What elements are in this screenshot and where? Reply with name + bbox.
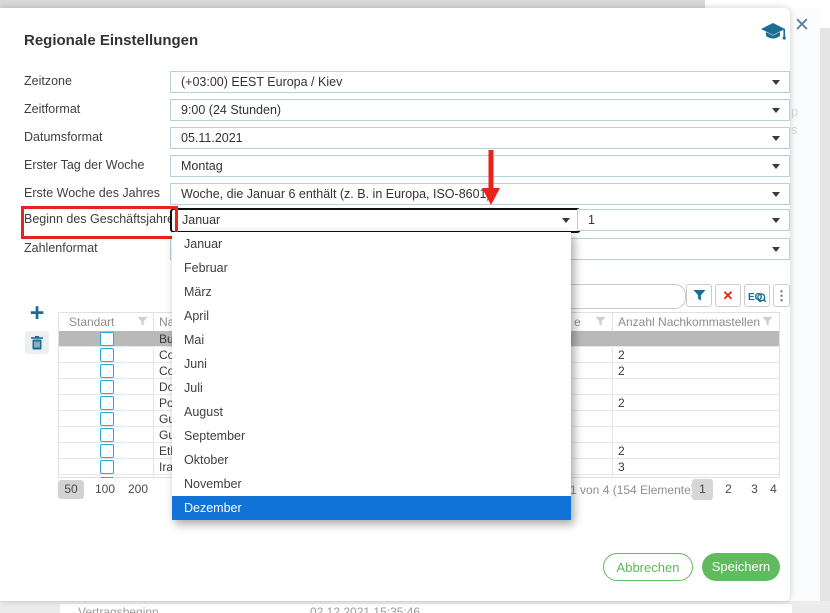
column-filter-icon[interactable] (137, 316, 148, 327)
month-option[interactable]: August (172, 400, 571, 424)
dialog-title: Regionale Einstellungen (24, 32, 198, 49)
academy-graduation-cap-icon[interactable] (760, 21, 788, 43)
col-header-clipped[interactable]: e (574, 315, 581, 329)
zeitformat-select[interactable]: 9:00 (24 Stunden) (170, 99, 790, 121)
background-text-fragment: p (791, 104, 798, 119)
chevron-down-icon (772, 218, 780, 223)
row-checkbox[interactable] (100, 364, 114, 378)
month-option[interactable]: April (172, 304, 571, 328)
zeitzone-select[interactable]: (+03:00) EEST Europa / Kiev (170, 71, 790, 93)
pagination-info: 1 von 4 (154 Elemente) (570, 483, 695, 497)
row-decimals: 2 (618, 444, 625, 458)
month-option[interactable]: November (172, 472, 571, 496)
background-text-fragment: s (791, 122, 798, 137)
cancel-button[interactable]: Abbrechen (603, 553, 693, 581)
close-icon[interactable]: ✕ (794, 16, 810, 36)
apply-filter-button[interactable] (686, 284, 712, 307)
month-dropdown-list: Januar Februar März April Mai Juni Juli … (172, 232, 571, 520)
month-option[interactable]: Juni (172, 352, 571, 376)
month-option[interactable]: September (172, 424, 571, 448)
month-option[interactable]: Juli (172, 376, 571, 400)
trash-icon (31, 336, 43, 350)
zeitformat-value: 9:00 (24 Stunden) (181, 103, 281, 117)
datumsformat-select[interactable]: 05.11.2021 (170, 127, 790, 149)
month-option[interactable]: Oktober (172, 448, 571, 472)
month-option[interactable]: Mai (172, 328, 571, 352)
table-menu-button[interactable]: ⋮ (773, 284, 790, 307)
page-button-2[interactable]: 2 (718, 479, 739, 500)
row-checkbox[interactable] (100, 348, 114, 362)
background-table-strip: Vertragsbeginn 02.12.2021 15:35:46 (0, 601, 830, 613)
filter-funnel-icon (693, 289, 706, 302)
column-filter-icon[interactable] (762, 316, 773, 327)
page-button-3[interactable]: 3 (744, 479, 765, 500)
background-table-row: Vertragsbeginn 02.12.2021 15:35:46 (60, 604, 792, 613)
fiscal-day-value: 1 (588, 213, 595, 227)
red-annotation-arrow (478, 148, 504, 208)
datumsformat-value: 05.11.2021 (181, 131, 243, 145)
row-decimals: 2 (618, 396, 625, 410)
chevron-down-icon (562, 218, 570, 223)
page-button-1[interactable]: 1 (692, 479, 713, 500)
field-label-datumsformat: Datumsformat (24, 130, 103, 144)
row-decimals: 3 (618, 460, 625, 474)
modal-backdrop: p s (790, 8, 820, 601)
row-decimals: 2 (618, 348, 625, 362)
field-label-zeitformat: Zeitformat (24, 102, 80, 116)
month-option[interactable]: Januar (172, 232, 571, 256)
row-checkbox[interactable] (100, 380, 114, 394)
save-button[interactable]: Speichern (702, 553, 780, 581)
month-option[interactable]: März (172, 280, 571, 304)
field-label-zahlenformat: Zahlenformat (24, 241, 98, 255)
month-option-highlighted[interactable]: Dezember (172, 496, 571, 520)
background-page-strip (0, 0, 705, 8)
row-checkbox[interactable] (100, 460, 114, 474)
col-header-standart[interactable]: Standart (69, 315, 114, 329)
row-checkbox[interactable] (100, 412, 114, 426)
red-annotation-box (21, 206, 178, 239)
page-scrollbar[interactable] (820, 28, 830, 613)
screen: p s Vertragsbeginn 02.12.2021 15:35:46 R… (0, 0, 830, 613)
page-size-200[interactable]: 200 (123, 480, 153, 499)
row-checkbox[interactable] (100, 428, 114, 442)
col-header-decimals[interactable]: Anzahl Nachkommastellen (618, 315, 760, 329)
erster-tag-value: Montag (181, 159, 223, 173)
page-size-100[interactable]: 100 (90, 480, 120, 499)
fiscal-month-value: Januar (182, 213, 220, 227)
row-decimals: 2 (618, 364, 625, 378)
filter-builder-eq-icon: EQ (748, 289, 766, 303)
clear-filter-x-icon: ✕ (723, 288, 734, 304)
column-filter-icon[interactable] (595, 316, 606, 327)
filter-builder-button[interactable]: EQ (744, 284, 770, 307)
delete-row-button[interactable] (25, 331, 49, 354)
fiscal-day-select[interactable]: 1 (577, 209, 790, 231)
page-button-4[interactable]: 4 (763, 479, 784, 500)
row-checkbox[interactable] (100, 332, 114, 346)
field-label-zeitzone: Zeitzone (24, 74, 72, 88)
field-label-erster-tag: Erster Tag der Woche (24, 158, 144, 172)
clear-filter-button[interactable]: ✕ (715, 284, 741, 307)
plus-icon: + (30, 299, 45, 327)
zeitzone-value: (+03:00) EEST Europa / Kiev (181, 75, 342, 89)
chevron-down-icon (772, 192, 780, 197)
chevron-down-icon (772, 164, 780, 169)
page-size-50[interactable]: 50 (58, 480, 84, 499)
erste-woche-value: Woche, die Januar 6 enthält (z. B. in Eu… (181, 187, 491, 201)
row-checkbox[interactable] (100, 396, 114, 410)
vertical-dots-icon: ⋮ (775, 288, 788, 304)
row-checkbox[interactable] (100, 444, 114, 458)
month-option[interactable]: Februar (172, 256, 571, 280)
row-checkbox[interactable] (100, 477, 114, 478)
add-row-button[interactable]: + (24, 302, 50, 326)
chevron-down-icon (772, 136, 780, 141)
field-label-erste-woche: Erste Woche des Jahres (24, 186, 160, 200)
background-row-label: Vertragsbeginn (78, 605, 159, 613)
background-row-value: 02.12.2021 15:35:46 (310, 605, 420, 613)
chevron-down-icon (772, 108, 780, 113)
chevron-down-icon (772, 80, 780, 85)
fiscal-month-select[interactable]: Januar (170, 208, 581, 233)
chevron-down-icon (772, 247, 780, 252)
